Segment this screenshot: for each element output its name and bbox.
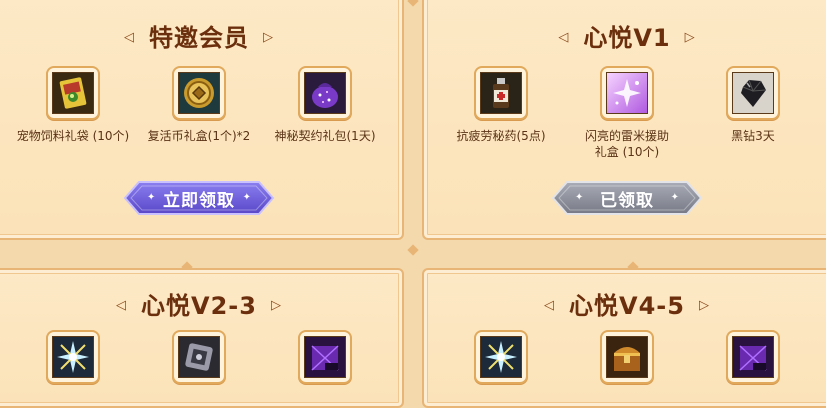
right-arrow-ornament-icon: ▷: [698, 297, 710, 313]
reward-item[interactable]: 闪亮的雷米援助 礼盒 (10个): [567, 66, 687, 160]
reward-item[interactable]: [13, 330, 133, 384]
reward-item[interactable]: [139, 330, 259, 384]
claimed-button[interactable]: ✦ 已领取 ✦: [549, 180, 705, 216]
reward-panel-v4-5: ◁ 心悦V4-5 ▷: [422, 268, 826, 408]
crystal-burst-icon: [52, 336, 94, 378]
reward-item-name: 神秘契约礼包(1天): [274, 129, 376, 143]
right-arrow-ornament-icon: ▷: [270, 297, 282, 313]
panel-title: ◁ 心悦V1 ▷: [558, 24, 696, 52]
reward-item[interactable]: [265, 330, 385, 384]
purple-pack-icon: [304, 336, 346, 378]
black-diamond-icon: [732, 72, 774, 114]
reward-item[interactable]: 黑钻3天: [693, 66, 813, 160]
reward-item-name: 闪亮的雷米援助 礼盒 (10个): [584, 129, 669, 159]
sparkle-icon: ✦: [575, 192, 584, 203]
purple-pack-icon: [732, 336, 774, 378]
crystal-burst-icon: [480, 336, 522, 378]
silver-box-icon: [178, 336, 220, 378]
panel-title: ◁ 特邀会员 ▷: [124, 24, 274, 52]
right-arrow-ornament-icon: ▷: [263, 29, 274, 45]
sparkle-icon: ✦: [147, 192, 156, 203]
reward-item[interactable]: 宠物饲料礼袋 (10个): [13, 66, 133, 144]
reward-panel-vip-invite: ◁ 特邀会员 ▷ 宠物饲料礼袋 (10个) 复活币礼盒(1个)*2 神秘契约礼包(1…: [0, 0, 404, 240]
reward-item[interactable]: [441, 330, 561, 384]
mystery-contract-bag-icon: [304, 72, 346, 114]
reward-panel-v2-3: ◁ 心悦V2-3 ▷: [0, 268, 404, 408]
reward-item-name: 宠物饲料礼袋 (10个): [16, 129, 130, 143]
panel-title: ◁ 心悦V4-5 ▷: [544, 292, 710, 320]
panel-title: ◁ 心悦V2-3 ▷: [116, 292, 282, 320]
left-arrow-ornament-icon: ◁: [544, 297, 556, 313]
golden-chest-icon: [606, 336, 648, 378]
divider-ornament: [407, 0, 419, 7]
reward-item-name: 复活币礼盒(1个)*2: [147, 129, 251, 143]
right-arrow-ornament-icon: ▷: [684, 29, 696, 45]
reward-item[interactable]: 抗疲劳秘药(5点): [441, 66, 561, 160]
sparkle-icon: ✦: [670, 192, 679, 203]
anti-fatigue-potion-icon: [480, 72, 522, 114]
reward-panel-v1: ◁心悦V1▷ 抗疲劳秘药(5点) 闪亮的雷米援助 礼盒 (10个) 黑钻3天: [422, 0, 826, 240]
divider-ornament: [407, 244, 419, 256]
reward-item-name: 黑钻3天: [731, 129, 775, 143]
reward-item[interactable]: [693, 330, 813, 384]
sparkle-icon: ✦: [242, 192, 251, 203]
left-arrow-ornament-icon: ◁: [558, 29, 570, 45]
pet-feed-bag-icon: [52, 72, 94, 114]
reward-item[interactable]: 复活币礼盒(1个)*2: [139, 66, 259, 144]
reward-item[interactable]: 神秘契约礼包(1天): [265, 66, 385, 144]
revive-coin-box-icon: [178, 72, 220, 114]
left-arrow-ornament-icon: ◁: [116, 297, 128, 313]
reward-item[interactable]: [567, 330, 687, 384]
shiny-remy-box-icon: [606, 72, 648, 114]
claim-now-button[interactable]: ✦ 立即领取 ✦: [121, 180, 277, 216]
reward-item-name: 抗疲劳秘药(5点): [456, 129, 546, 143]
left-arrow-ornament-icon: ◁: [124, 29, 135, 45]
